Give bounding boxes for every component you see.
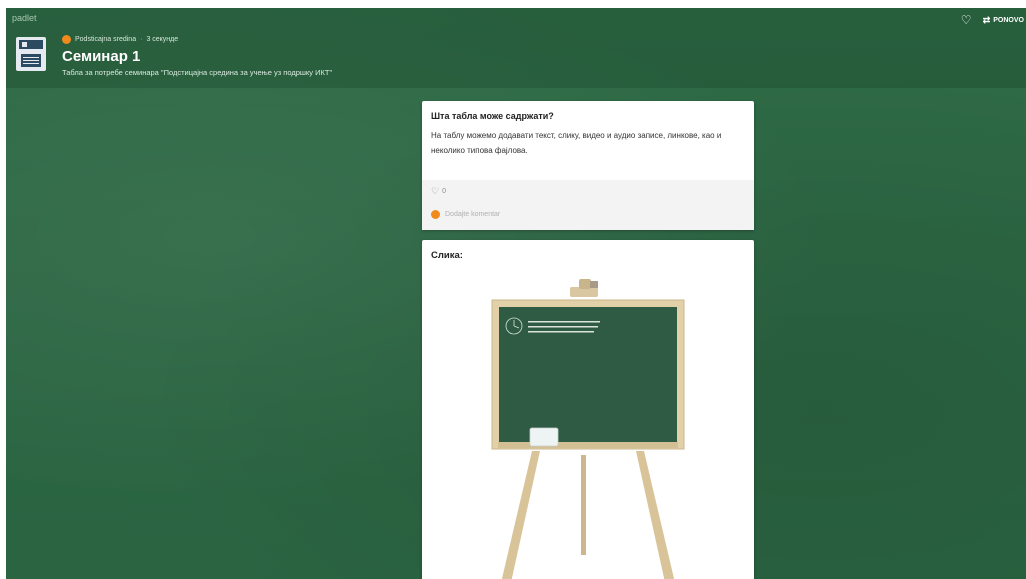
like-button[interactable]: ♡ 0 (431, 186, 446, 197)
user-avatar (431, 210, 440, 219)
wall-title: Семинар 1 (62, 48, 141, 65)
separator: · (140, 36, 143, 43)
wall-background: padlet ♡ ⇄ PONOVO Podsticajna sredina · … (6, 8, 1026, 579)
remake-label: PONOVO (993, 16, 1024, 24)
author-avatar[interactable] (62, 35, 71, 44)
post-footer: ♡ 0 Dodajte komentar (422, 180, 754, 230)
wall-description: Табла за потребе семинара "Подстицајна с… (62, 68, 333, 77)
post-body: На таблу можемо додавати текст, слику, в… (431, 131, 722, 155)
save-icon (16, 37, 46, 71)
heart-icon: ♡ (431, 186, 440, 196)
comment-input[interactable]: Dodajte komentar (431, 210, 500, 219)
chalkboard-image[interactable] (422, 265, 754, 579)
time-ago: 3 секунде (146, 36, 179, 43)
like-count: 0 (442, 188, 446, 195)
padlet-logo[interactable]: padlet (12, 13, 37, 23)
wall-header: padlet ♡ ⇄ PONOVO Podsticajna sredina · … (6, 8, 1026, 88)
post-card[interactable]: Шта табла може садржати? На таблу можемо… (422, 101, 754, 230)
comment-placeholder: Dodajte komentar (445, 211, 501, 218)
wall-meta: Podsticajna sredina · 3 секунде (62, 35, 178, 44)
post-title: Слика: (431, 250, 463, 261)
remake-button[interactable]: ⇄ PONOVO (983, 15, 1024, 26)
swap-icon: ⇄ (982, 14, 991, 25)
post-title: Шта табла може садржати? (431, 111, 554, 121)
post-card[interactable]: Слика: (422, 240, 754, 579)
top-actions: ♡ ⇄ PONOVO (961, 14, 1024, 26)
author-name[interactable]: Podsticajna sredina (75, 36, 136, 43)
heart-icon[interactable]: ♡ (961, 14, 973, 26)
